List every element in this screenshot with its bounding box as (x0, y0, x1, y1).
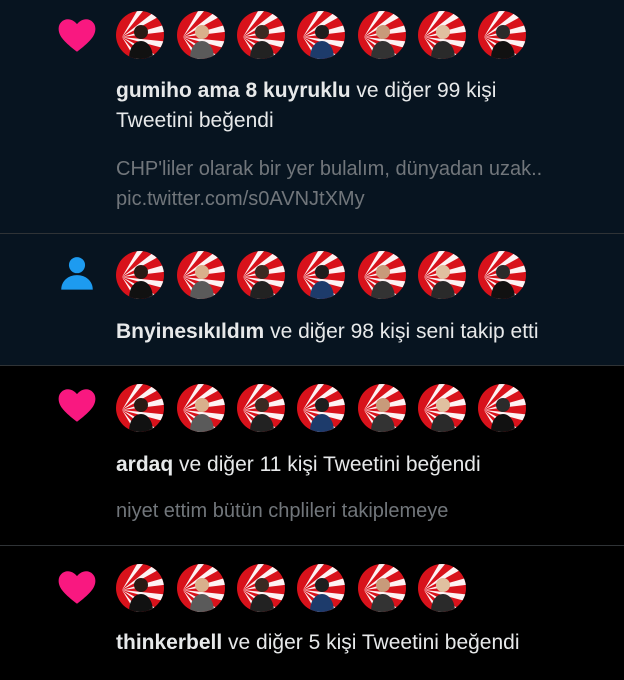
avatar[interactable] (177, 251, 225, 299)
avatar[interactable] (297, 564, 345, 612)
heart-icon (56, 384, 98, 426)
heart-icon (56, 14, 98, 56)
person-icon (56, 252, 98, 294)
avatar[interactable] (358, 384, 406, 432)
user-name-link[interactable]: gumiho ama 8 kuyruklu (116, 79, 351, 102)
tweet-preview[interactable]: CHP'liler olarak bir yer bulalım, dünyad… (116, 154, 606, 214)
avatar[interactable] (237, 564, 285, 612)
avatar[interactable] (237, 384, 285, 432)
notification-text: ardaq ve diğer 11 kişi Tweetini beğendi (116, 450, 606, 480)
action-text: ve diğer 99 kişi (356, 79, 497, 102)
avatar[interactable] (358, 11, 406, 59)
avatar[interactable] (177, 564, 225, 612)
avatar[interactable] (116, 11, 164, 59)
notification-item[interactable]: gumiho ama 8 kuyruklu ve diğer 99 kişi T… (0, 0, 624, 234)
avatar[interactable] (297, 384, 345, 432)
tweet-preview-text: niyet ettim bütün chplileri takiplemeye (116, 500, 449, 522)
tweet-preview[interactable]: niyet ettim bütün chplileri takiplemeye (116, 496, 606, 526)
avatar[interactable] (418, 251, 466, 299)
avatar[interactable] (418, 564, 466, 612)
action-text: ve diğer 11 kişi Tweetini beğendi (179, 453, 481, 476)
action-text: ve diğer 5 kişi Tweetini beğendi (228, 631, 520, 654)
notification-item[interactable]: ardaq ve diğer 11 kişi Tweetini beğendi … (0, 366, 624, 546)
avatar[interactable] (418, 384, 466, 432)
action-text: ve diğer 98 kişi seni takip etti (270, 320, 539, 343)
notification-text: Bnyinesıkıldım ve diğer 98 kişi seni tak… (116, 317, 606, 347)
notification-item[interactable]: thinkerbell ve diğer 5 kişi Tweetini beğ… (0, 546, 624, 680)
user-name-link[interactable]: thinkerbell (116, 631, 222, 654)
avatar[interactable] (478, 251, 526, 299)
notification-text: thinkerbell ve diğer 5 kişi Tweetini beğ… (116, 628, 606, 658)
avatar[interactable] (177, 384, 225, 432)
tweet-preview-link[interactable]: pic.twitter.com/s0AVNJtXMy (116, 184, 606, 214)
avatar[interactable] (116, 384, 164, 432)
user-name-link[interactable]: ardaq (116, 453, 173, 476)
avatar[interactable] (418, 11, 466, 59)
avatar[interactable] (116, 564, 164, 612)
avatar[interactable] (478, 11, 526, 59)
tweet-preview-text: CHP'liler olarak bir yer bulalım, dünyad… (116, 158, 543, 180)
action-text: Tweetini beğendi (116, 109, 274, 132)
user-name-link[interactable]: Bnyinesıkıldım (116, 320, 264, 343)
notification-text: gumiho ama 8 kuyruklu ve diğer 99 kişi T… (116, 76, 606, 136)
avatar[interactable] (358, 251, 406, 299)
avatar[interactable] (478, 384, 526, 432)
avatar[interactable] (297, 11, 345, 59)
avatar[interactable] (177, 11, 225, 59)
avatar[interactable] (237, 11, 285, 59)
avatar[interactable] (116, 251, 164, 299)
notification-item[interactable]: Bnyinesıkıldım ve diğer 98 kişi seni tak… (0, 234, 624, 366)
avatar[interactable] (358, 564, 406, 612)
avatar[interactable] (237, 251, 285, 299)
heart-icon (56, 566, 98, 608)
avatar[interactable] (297, 251, 345, 299)
